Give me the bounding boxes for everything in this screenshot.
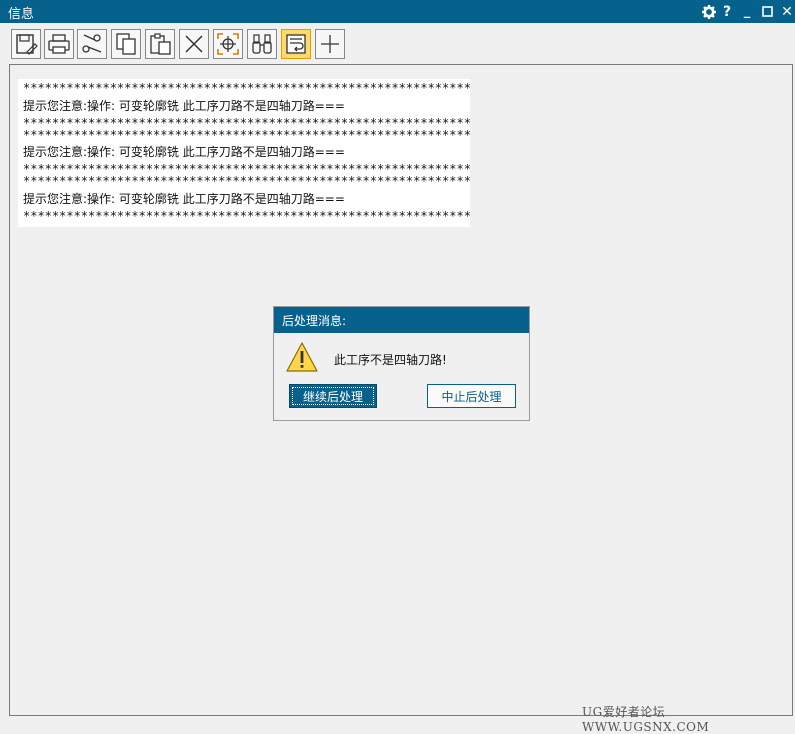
copy-button[interactable] [111, 29, 141, 59]
paste-icon [150, 33, 171, 55]
find-button[interactable] [247, 29, 277, 59]
clear-button[interactable] [179, 29, 209, 59]
dialog-message: 此工序不是四轴刀路! [334, 353, 447, 367]
message-line: 提示您注意:操作: 可变轮廓铣 此工序刀路不是四轴刀路=== [23, 145, 345, 160]
settings-gear-icon[interactable] [700, 0, 718, 23]
message-line: 提示您注意:操作: 可变轮廓铣 此工序刀路不是四轴刀路=== [23, 191, 345, 206]
print-button[interactable] [44, 29, 74, 59]
word-wrap-icon [286, 34, 306, 54]
cut-button[interactable] [77, 29, 107, 59]
locate-button[interactable] [213, 29, 243, 59]
crosshair-icon [217, 33, 239, 55]
binoculars-icon [252, 34, 272, 54]
separator-line: ****************************************… [23, 117, 470, 130]
separator-line: ****************************************… [23, 164, 470, 177]
window-title: 信息 [8, 7, 35, 22]
watermark: UG爱好者论坛 WWW.UGSNX.COM [582, 705, 710, 734]
close-button[interactable]: ✕ [780, 0, 794, 23]
save-icon [16, 34, 38, 55]
separator-line: ****************************************… [23, 176, 470, 188]
continue-postprocess-button[interactable]: 继续后处理 [289, 384, 377, 408]
info-text-panel[interactable]: ****************************************… [18, 79, 470, 227]
message-line: 提示您注意:操作: 可变轮廓铣 此工序刀路不是四轴刀路=== [23, 98, 345, 113]
toolbar [0, 23, 795, 63]
help-button[interactable]: ? [720, 0, 734, 23]
minimize-button[interactable]: _ [740, 0, 754, 23]
title-bar: 信息 ? _ ✕ [0, 0, 795, 23]
word-wrap-button[interactable] [281, 29, 311, 59]
save-button[interactable] [11, 29, 41, 59]
x-icon [185, 35, 203, 53]
abort-postprocess-button[interactable]: 中止后处理 [427, 384, 516, 408]
separator-line: ****************************************… [23, 129, 470, 142]
copy-icon [116, 33, 136, 55]
dialog-title: 后处理消息: [274, 307, 529, 333]
plus-icon [321, 35, 339, 53]
scissors-icon [82, 34, 102, 53]
print-icon [48, 34, 70, 54]
separator-line: ****************************************… [23, 83, 470, 95]
separator-line: ****************************************… [23, 210, 470, 223]
postprocess-dialog: 后处理消息: 此工序不是四轴刀路! 继续后处理 中止后处理 [273, 306, 530, 421]
maximize-button[interactable] [760, 0, 774, 23]
paste-button[interactable] [145, 29, 175, 59]
add-button[interactable] [315, 29, 345, 59]
warning-icon [286, 342, 318, 372]
